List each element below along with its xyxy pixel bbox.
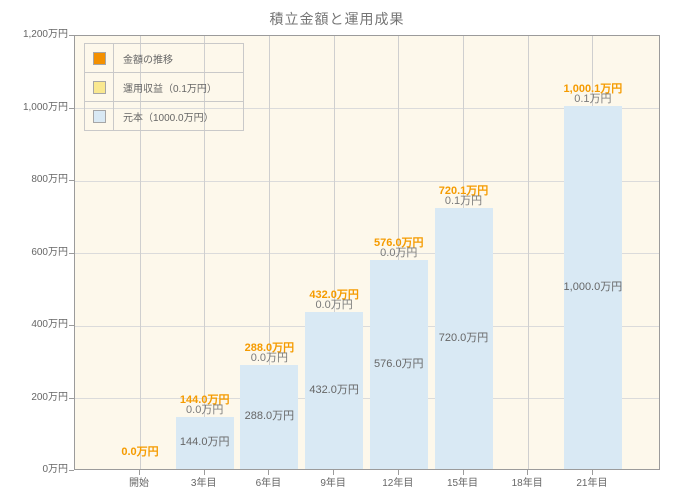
legend-item-principal: 元本（1000.0万円）	[85, 102, 243, 130]
x-axis-tick	[592, 470, 593, 475]
y-axis-tick	[69, 35, 74, 36]
y-axis-tick	[69, 108, 74, 109]
y-axis-label: 1,000万円	[0, 102, 68, 114]
legend-item-investment-profit: 運用収益（0.1万円）	[85, 73, 243, 102]
bar-inner-label: 1,000.0万円	[546, 281, 640, 294]
bar-inner-label: 576.0万円	[352, 358, 446, 371]
total-value-label: 288.0万円	[219, 342, 319, 355]
y-axis-label: 600万円	[0, 247, 68, 259]
legend-swatch-cell	[85, 73, 114, 101]
y-axis-tick	[69, 253, 74, 254]
amount-transition-swatch-icon	[93, 52, 106, 65]
x-axis-tick	[204, 470, 205, 475]
chart-title: 積立金額と運用成果	[0, 9, 674, 29]
x-axis-label: 3年目	[169, 478, 239, 490]
y-axis-tick	[69, 325, 74, 326]
y-axis-tick	[69, 470, 74, 471]
x-axis-label: 18年目	[492, 478, 562, 490]
x-axis-label: 12年目	[363, 478, 433, 490]
investment-profit-swatch-icon	[93, 81, 106, 94]
x-axis-label: 15年目	[428, 478, 498, 490]
total-value-label: 1,000.1万円	[543, 83, 643, 96]
bar-inner-label: 720.0万円	[417, 332, 511, 345]
total-value-label: 432.0万円	[284, 289, 384, 302]
y-axis-tick	[69, 398, 74, 399]
x-axis-label: 21年目	[557, 478, 627, 490]
total-value-label: 720.1万円	[414, 185, 514, 198]
x-axis-tick	[398, 470, 399, 475]
x-gridline	[528, 36, 529, 469]
y-axis-label: 200万円	[0, 392, 68, 404]
legend: 金額の推移 運用収益（0.1万円） 元本（1000.0万円）	[84, 43, 244, 131]
y-axis-label: 0万円	[0, 464, 68, 476]
legend-swatch-cell	[85, 102, 114, 130]
x-axis-label: 開始	[104, 478, 174, 490]
x-axis-label: 9年目	[298, 478, 368, 490]
x-axis-label: 6年目	[233, 478, 303, 490]
principal-swatch-icon	[93, 110, 106, 123]
y-axis-label: 1,200万円	[0, 29, 68, 41]
x-axis-tick	[139, 470, 140, 475]
chart-widget: 積立金額と運用成果 金額の推移 運用収益（0.1万円） 元本（1000.0万円）	[0, 0, 674, 503]
total-value-label: 576.0万円	[349, 237, 449, 250]
y-axis-label: 800万円	[0, 174, 68, 186]
plot-area: 金額の推移 運用収益（0.1万円） 元本（1000.0万円） 0.0万円144.…	[74, 35, 660, 470]
legend-label-amount-transition: 金額の推移	[114, 44, 243, 72]
legend-swatch-cell	[85, 44, 114, 72]
total-value-label: 144.0万円	[155, 394, 255, 407]
legend-item-amount-transition: 金額の推移	[85, 44, 243, 73]
x-axis-tick	[527, 470, 528, 475]
y-axis-tick	[69, 180, 74, 181]
bar-inner-label: 432.0万円	[287, 384, 381, 397]
x-axis-tick	[333, 470, 334, 475]
bar-inner-label: 288.0万円	[222, 410, 316, 423]
x-axis-tick	[268, 470, 269, 475]
legend-label-investment-profit: 運用収益（0.1万円）	[114, 73, 243, 101]
bar-inner-label: 144.0万円	[158, 436, 252, 449]
y-axis-label: 400万円	[0, 319, 68, 331]
x-axis-tick	[463, 470, 464, 475]
legend-label-principal: 元本（1000.0万円）	[114, 102, 243, 130]
